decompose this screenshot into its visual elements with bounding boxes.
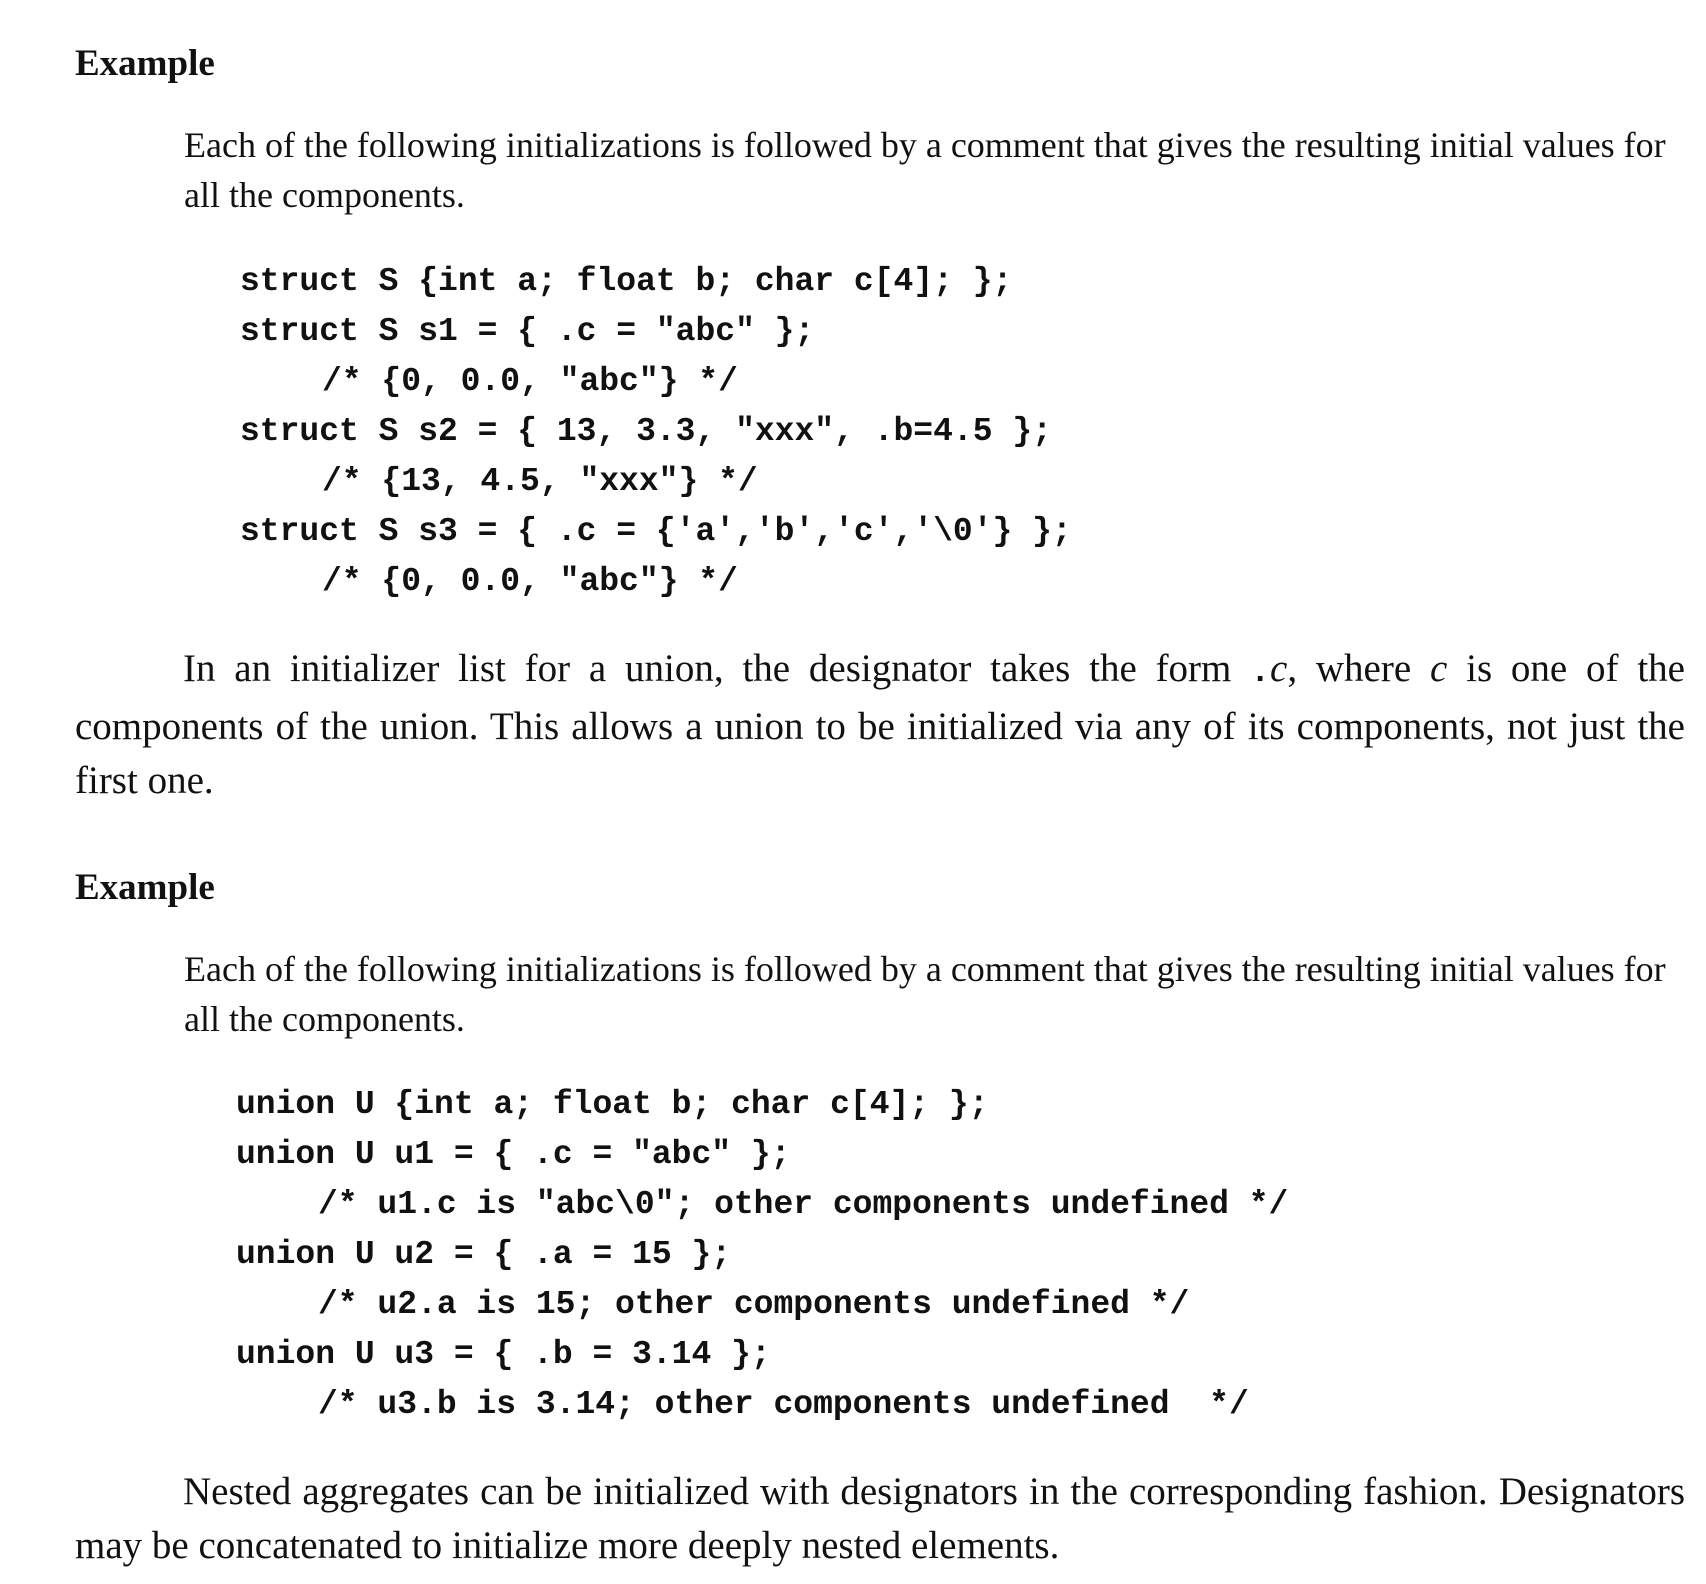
example-2-intro: Each of the following initializations is… (184, 949, 1666, 1039)
code-line: struct S {int a; float b; char c[4]; }; (240, 263, 1013, 300)
code-line: struct S s2 = { 13, 3.3, "xxx", .b=4.5 }… (240, 413, 1052, 450)
union-designator-paragraph: In an initializer list for a union, the … (75, 642, 1685, 808)
code-comment: /* {0, 0.0, "abc"} */ (322, 563, 738, 600)
paragraph-text: Nested aggregates can be initialized wit… (75, 1470, 1685, 1567)
code-line: union U u3 = { .b = 3.14 }; (236, 1336, 771, 1373)
struct-code-block: struct S {int a; float b; char c[4]; }; s… (240, 257, 1072, 607)
example-heading-1: Example (75, 43, 215, 84)
paragraph-text: In an initializer list for a union, the … (183, 647, 1251, 690)
code-line: struct S s1 = { .c = "abc" }; (240, 313, 815, 350)
code-line: union U u2 = { .a = 15 }; (236, 1236, 732, 1273)
code-comment: /* u1.c is "abc\0"; other components und… (318, 1186, 1289, 1223)
nested-aggregates-paragraph: Nested aggregates can be initialized wit… (75, 1465, 1685, 1573)
code-comment: /* u2.a is 15; other components undefine… (318, 1286, 1190, 1323)
designator-variable: c (1270, 647, 1288, 690)
code-comment: /* {0, 0.0, "abc"} */ (322, 363, 738, 400)
document-page: Example Each of the following initializa… (0, 0, 1706, 1584)
code-line: union U {int a; float b; char c[4]; }; (236, 1086, 989, 1123)
code-comment: /* {13, 4.5, "xxx"} */ (322, 463, 758, 500)
example-heading-2: Example (75, 867, 215, 908)
designator-dot: . (1250, 654, 1271, 691)
code-comment: /* u3.b is 3.14; other components undefi… (318, 1386, 1249, 1423)
paragraph-text: , where (1287, 647, 1430, 690)
component-variable: c (1429, 647, 1448, 690)
code-line: union U u1 = { .c = "abc" }; (236, 1136, 791, 1173)
code-line: struct S s3 = { .c = {'a','b','c','\0'} … (240, 513, 1072, 550)
union-code-block: union U {int a; float b; char c[4]; }; un… (236, 1080, 1288, 1430)
example-1-intro: Each of the following initializations is… (184, 125, 1666, 215)
